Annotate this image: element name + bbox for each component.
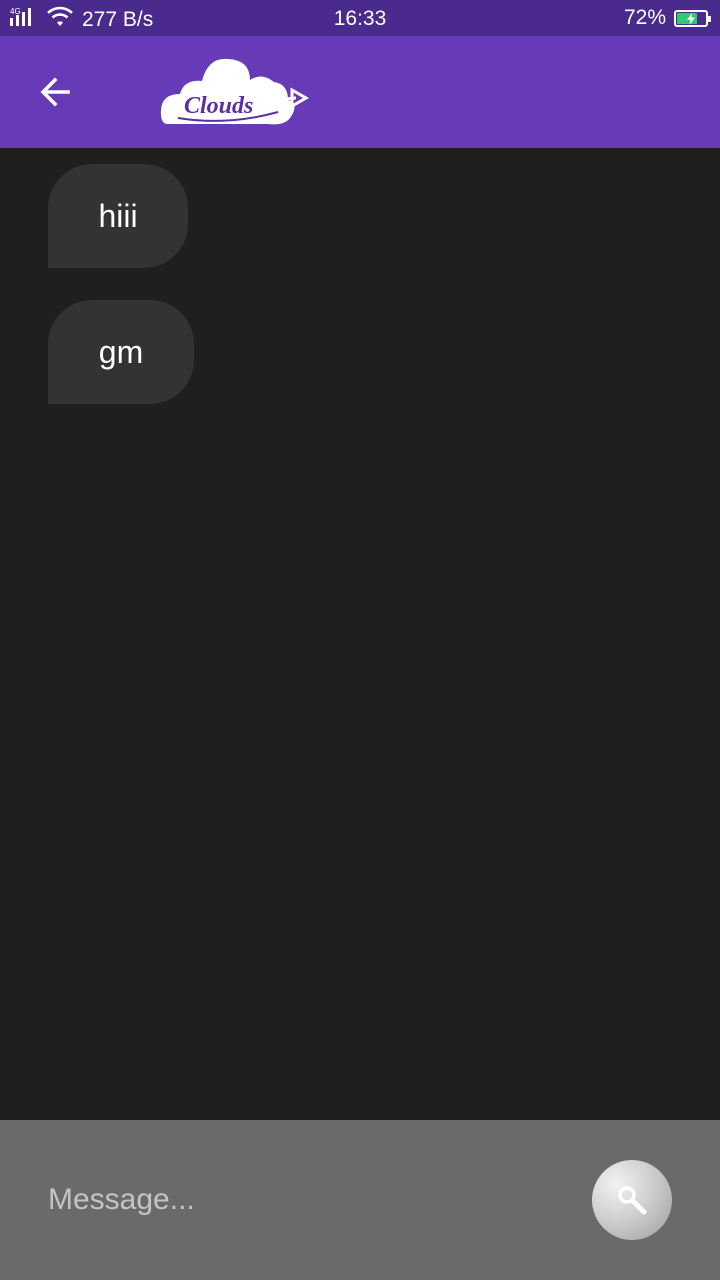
message-text: gm (98, 333, 144, 370)
message-text: hiii (98, 197, 138, 234)
composer-bar (0, 1120, 720, 1280)
back-button[interactable] (28, 64, 84, 120)
message-bubble[interactable]: hiii (48, 164, 188, 268)
message-list[interactable]: hiii gm (0, 148, 720, 1120)
charging-bolt-icon (687, 12, 695, 25)
logo-text: Clouds (184, 93, 253, 119)
message-input[interactable] (48, 1176, 548, 1224)
battery-icon (674, 9, 711, 27)
clouds-logo: Clouds (158, 54, 310, 130)
battery-percent: 72% (623, 6, 666, 29)
status-bar: 4G 277 B/s 16:33 72% (0, 0, 720, 36)
message-bubble[interactable]: gm (48, 300, 194, 404)
search-icon (618, 1186, 647, 1215)
status-time: 16:33 (333, 7, 387, 30)
status-right: 72% (623, 6, 711, 30)
chat-screen: 4G 277 B/s 16:33 72% Clouds hiii gm Mess… (0, 0, 720, 1280)
arrow-back-icon (40, 77, 70, 107)
send-button[interactable] (592, 1160, 672, 1240)
app-bar: Clouds (0, 36, 720, 148)
